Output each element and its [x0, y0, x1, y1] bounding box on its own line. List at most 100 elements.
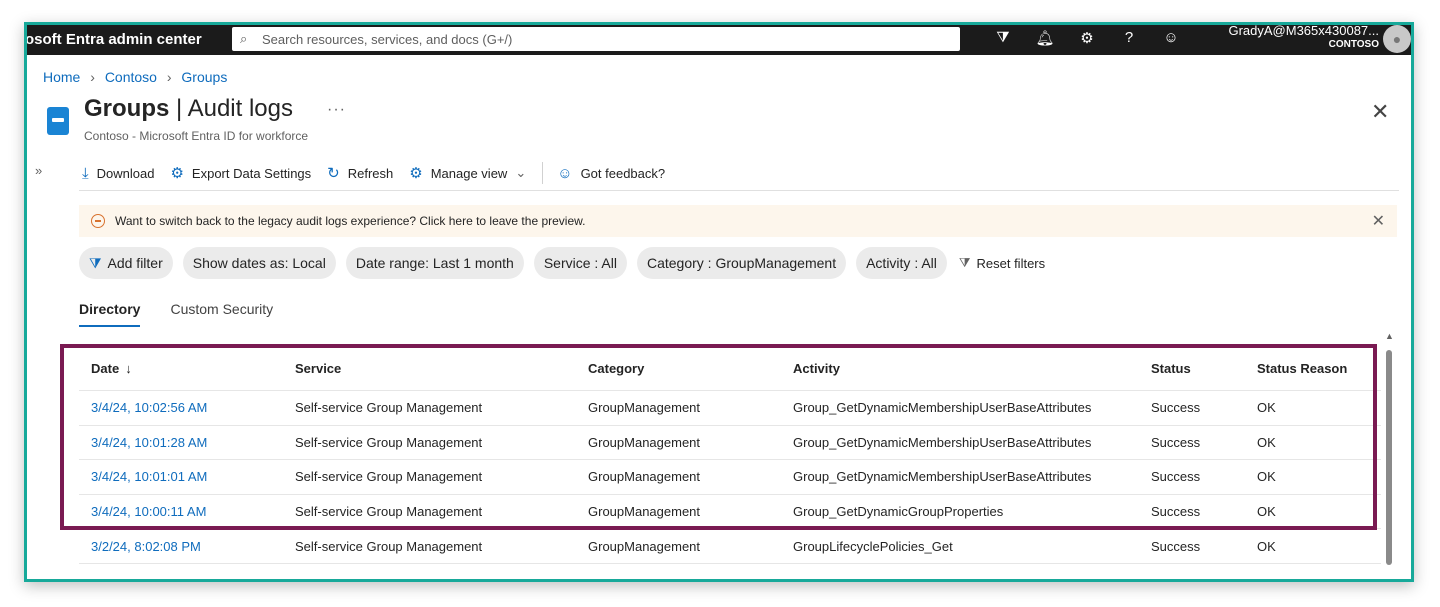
table-header-row: Date ↓ Service Category Activity Status …: [79, 347, 1381, 391]
breadcrumb: Home › Contoso › Groups: [43, 69, 227, 85]
screenshot-frame: osoft Entra admin center ⌕ Search resour…: [24, 22, 1414, 582]
service-cell: Self-service Group Management: [295, 434, 483, 450]
date-link[interactable]: 3/2/24, 8:02:08 PM: [91, 529, 201, 563]
column-header-service[interactable]: Service: [295, 347, 341, 390]
download-label: Download: [96, 165, 155, 181]
table-row[interactable]: 3/4/24, 10:00:11 AM Self-service Group M…: [79, 495, 1381, 530]
column-header-date-label: Date: [91, 361, 120, 376]
global-search-input[interactable]: ⌕ Search resources, services, and docs (…: [232, 27, 960, 51]
chevron-right-icon: ›: [90, 69, 95, 85]
page-title-main: Groups: [84, 95, 170, 122]
filter-date-range[interactable]: Date range: Last 1 month: [345, 247, 524, 279]
activity-cell: Group_GetDynamicMembershipUserBaseAttrib…: [793, 400, 1092, 416]
manage-view-button[interactable]: ⚙ Manage view ⌄: [409, 164, 526, 182]
column-header-date[interactable]: Date ↓: [91, 347, 132, 390]
status-reason-cell: OK: [1257, 538, 1276, 554]
chevron-right-icon: ›: [166, 69, 172, 85]
chevron-down-icon: ⌄: [515, 165, 527, 180]
table-row[interactable]: 3/4/24, 10:01:01 AM Self-service Group M…: [79, 460, 1381, 495]
refresh-icon: ↻: [327, 165, 340, 182]
gear-icon: ⚙: [170, 165, 184, 182]
clear-filter-icon: ⧩: [958, 255, 971, 270]
table-row[interactable]: 3/4/24, 10:02:56 AM Self-service Group M…: [79, 391, 1381, 426]
avatar[interactable]: ●: [1383, 25, 1411, 53]
gear-icon: ⚙: [409, 165, 423, 182]
column-header-activity[interactable]: Activity: [793, 347, 840, 390]
page-title-sub: Audit logs: [187, 95, 293, 122]
category-cell: GroupManagement: [588, 538, 701, 554]
breadcrumb-home[interactable]: Home: [43, 69, 80, 85]
add-filter-button[interactable]: ⧩ Add filter: [79, 247, 173, 279]
close-icon[interactable]: ✕: [1372, 211, 1385, 231]
help-icon[interactable]: ?: [1108, 29, 1150, 47]
date-link[interactable]: 3/4/24, 10:02:56 AM: [91, 391, 207, 425]
download-icon: ⤓: [82, 164, 89, 182]
service-cell: Self-service Group Management: [295, 504, 483, 520]
app-brand[interactable]: osoft Entra admin center: [27, 31, 202, 48]
close-icon[interactable]: ✕: [1371, 99, 1389, 125]
search-placeholder: Search resources, services, and docs (G+…: [262, 31, 513, 47]
banner-text[interactable]: Want to switch back to the legacy audit …: [115, 214, 585, 228]
tab-custom-security[interactable]: Custom Security: [170, 301, 273, 327]
expand-menu-icon[interactable]: »: [35, 163, 42, 178]
date-link[interactable]: 3/4/24, 10:01:01 AM: [91, 460, 207, 494]
category-cell: GroupManagement: [588, 400, 701, 416]
activity-cell: Group_GetDynamicGroupProperties: [793, 504, 1004, 520]
toolbar-separator: [79, 190, 1399, 191]
category-cell: GroupManagement: [588, 469, 701, 485]
command-bar: ⤓ Download ⚙ Export Data Settings ↻ Refr…: [82, 159, 681, 187]
sort-descending-icon: ↓: [125, 361, 132, 376]
table-row[interactable]: 3/4/24, 10:01:28 AM Self-service Group M…: [79, 426, 1381, 461]
status-cell: Success: [1151, 434, 1201, 450]
vertical-scrollbar[interactable]: [1386, 350, 1392, 565]
search-icon: ⌕: [240, 31, 248, 46]
feedback-button[interactable]: ☺ Got feedback?: [557, 165, 665, 182]
status-cell: Success: [1151, 400, 1201, 416]
date-link[interactable]: 3/4/24, 10:00:11 AM: [91, 495, 206, 529]
download-button[interactable]: ⤓ Download: [82, 165, 154, 182]
tab-directory[interactable]: Directory: [79, 301, 141, 327]
status-reason-cell: OK: [1257, 400, 1276, 416]
status-reason-cell: OK: [1257, 469, 1276, 485]
breadcrumb-contoso[interactable]: Contoso: [105, 69, 157, 85]
more-options-icon[interactable]: ···: [327, 101, 346, 119]
feedback-icon: ☺: [557, 164, 573, 182]
breadcrumb-groups[interactable]: Groups: [181, 69, 227, 85]
column-header-category[interactable]: Category: [588, 347, 644, 390]
reset-filters-button[interactable]: ⧩ Reset filters: [959, 255, 1045, 271]
reset-filters-label: Reset filters: [976, 255, 1046, 271]
page-subtitle: Contoso - Microsoft Entra ID for workfor…: [84, 129, 309, 143]
table-row[interactable]: 3/2/24, 8:02:08 PM Self-service Group Ma…: [79, 529, 1381, 564]
activity-cell: GroupLifecyclePolicies_Get: [793, 538, 953, 554]
add-filter-label: Add filter: [107, 255, 163, 271]
filter-activity[interactable]: Activity : All: [856, 247, 947, 279]
filter-service[interactable]: Service : All: [533, 247, 627, 279]
status-reason-cell: OK: [1257, 504, 1276, 520]
toolbar-divider: [542, 162, 544, 184]
settings-gear-icon[interactable]: ⚙: [1066, 29, 1108, 47]
column-header-status-reason[interactable]: Status Reason: [1257, 347, 1347, 390]
column-header-status[interactable]: Status: [1151, 347, 1191, 390]
preview-banner[interactable]: Want to switch back to the legacy audit …: [79, 205, 1397, 237]
scroll-up-icon[interactable]: ▲: [1385, 331, 1394, 341]
filter-show-dates[interactable]: Show dates as: Local: [182, 247, 336, 279]
tenant-name: CONTOSO: [1328, 39, 1379, 50]
notifications-icon[interactable]: 🔔︎: [1024, 29, 1066, 47]
activity-cell: Group_GetDynamicMembershipUserBaseAttrib…: [793, 434, 1092, 450]
title-separator: |: [176, 95, 188, 122]
user-email: GradyA@M365x430087...: [1228, 23, 1379, 38]
category-cell: GroupManagement: [588, 504, 701, 520]
service-cell: Self-service Group Management: [295, 538, 483, 554]
service-cell: Self-service Group Management: [295, 469, 483, 485]
export-label: Export Data Settings: [191, 165, 312, 181]
status-cell: Success: [1151, 538, 1201, 554]
feedback-label: Got feedback?: [580, 165, 666, 181]
date-link[interactable]: 3/4/24, 10:01:28 AM: [91, 426, 207, 460]
filter-settings-icon[interactable]: ⧩: [982, 29, 1024, 47]
filter-category[interactable]: Category : GroupManagement: [636, 247, 847, 279]
account-menu[interactable]: GradyA@M365x430087... CONTOSO: [1207, 23, 1379, 50]
export-data-settings-button[interactable]: ⚙ Export Data Settings: [170, 164, 311, 182]
service-cell: Self-service Group Management: [295, 400, 483, 416]
refresh-button[interactable]: ↻ Refresh: [327, 164, 393, 182]
feedback-person-icon[interactable]: ☺: [1150, 29, 1192, 47]
